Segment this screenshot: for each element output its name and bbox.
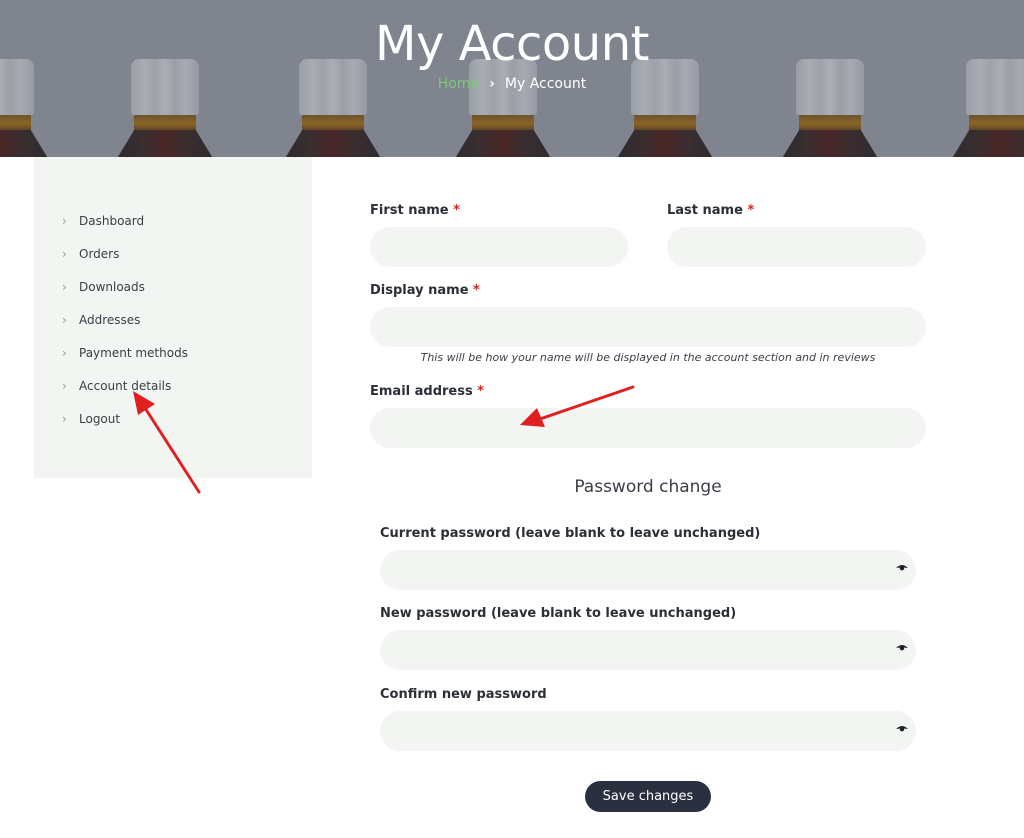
sidebar-item-account-details[interactable]: › Account details: [34, 369, 312, 402]
required-mark: *: [453, 203, 460, 218]
sidebar-item-logout[interactable]: › Logout: [34, 402, 312, 435]
chevron-right-icon: ›: [62, 378, 67, 393]
page-title: My Account: [375, 16, 649, 72]
account-navigation: › Dashboard › Orders › Downloads › Addre…: [34, 157, 312, 478]
sidebar-item-label: Downloads: [79, 279, 145, 294]
sidebar-item-orders[interactable]: › Orders: [34, 237, 312, 270]
sidebar-item-label: Account details: [79, 378, 172, 393]
sidebar-item-addresses[interactable]: › Addresses: [34, 303, 312, 336]
sidebar-item-label: Addresses: [79, 312, 141, 327]
sidebar-item-label: Payment methods: [79, 345, 188, 360]
chevron-right-icon: ›: [62, 411, 67, 426]
save-changes-button[interactable]: Save changes: [585, 781, 711, 812]
email-label: Email address *: [370, 384, 485, 399]
breadcrumb-current: My Account: [504, 76, 587, 92]
email-input[interactable]: [370, 408, 926, 448]
chevron-right-icon: ›: [62, 279, 67, 294]
first-name-label: First name *: [370, 203, 460, 218]
confirm-password-input[interactable]: [380, 711, 916, 751]
show-password-eye-icon[interactable]: [896, 564, 908, 572]
display-name-hint: This will be how your name will be displ…: [420, 351, 876, 364]
sidebar-item-payment-methods[interactable]: › Payment methods: [34, 336, 312, 369]
sidebar-item-downloads[interactable]: › Downloads: [34, 270, 312, 303]
last-name-label: Last name *: [667, 203, 755, 218]
required-mark: *: [473, 283, 480, 298]
chevron-right-icon: ›: [62, 213, 67, 228]
current-password-label: Current password (leave blank to leave u…: [380, 526, 761, 541]
show-password-eye-icon[interactable]: [896, 644, 908, 652]
chevron-right-icon: ›: [62, 345, 67, 360]
sidebar-item-label: Logout: [79, 411, 121, 426]
last-name-input[interactable]: [667, 227, 926, 267]
first-name-input[interactable]: [370, 227, 628, 267]
sidebar-item-label: Orders: [79, 246, 120, 261]
breadcrumb-separator-icon: ›: [489, 76, 495, 92]
breadcrumb: Home › My Account: [0, 76, 1024, 92]
breadcrumb-home-link[interactable]: Home: [438, 76, 479, 92]
password-change-heading: Password change: [574, 477, 722, 497]
show-password-eye-icon[interactable]: [896, 725, 908, 733]
page-header-banner: My Account Home › My Account: [0, 0, 1024, 157]
new-password-label: New password (leave blank to leave uncha…: [380, 606, 737, 621]
required-mark: *: [747, 203, 755, 218]
display-name-label: Display name *: [370, 283, 480, 298]
confirm-password-label: Confirm new password: [380, 687, 547, 702]
sidebar-item-label: Dashboard: [79, 213, 145, 228]
new-password-input[interactable]: [380, 630, 916, 670]
sidebar-item-dashboard[interactable]: › Dashboard: [34, 204, 312, 237]
display-name-input[interactable]: [370, 307, 926, 347]
chevron-right-icon: ›: [62, 246, 67, 261]
required-mark: *: [477, 384, 485, 399]
chevron-right-icon: ›: [62, 312, 67, 327]
current-password-input[interactable]: [380, 550, 916, 590]
